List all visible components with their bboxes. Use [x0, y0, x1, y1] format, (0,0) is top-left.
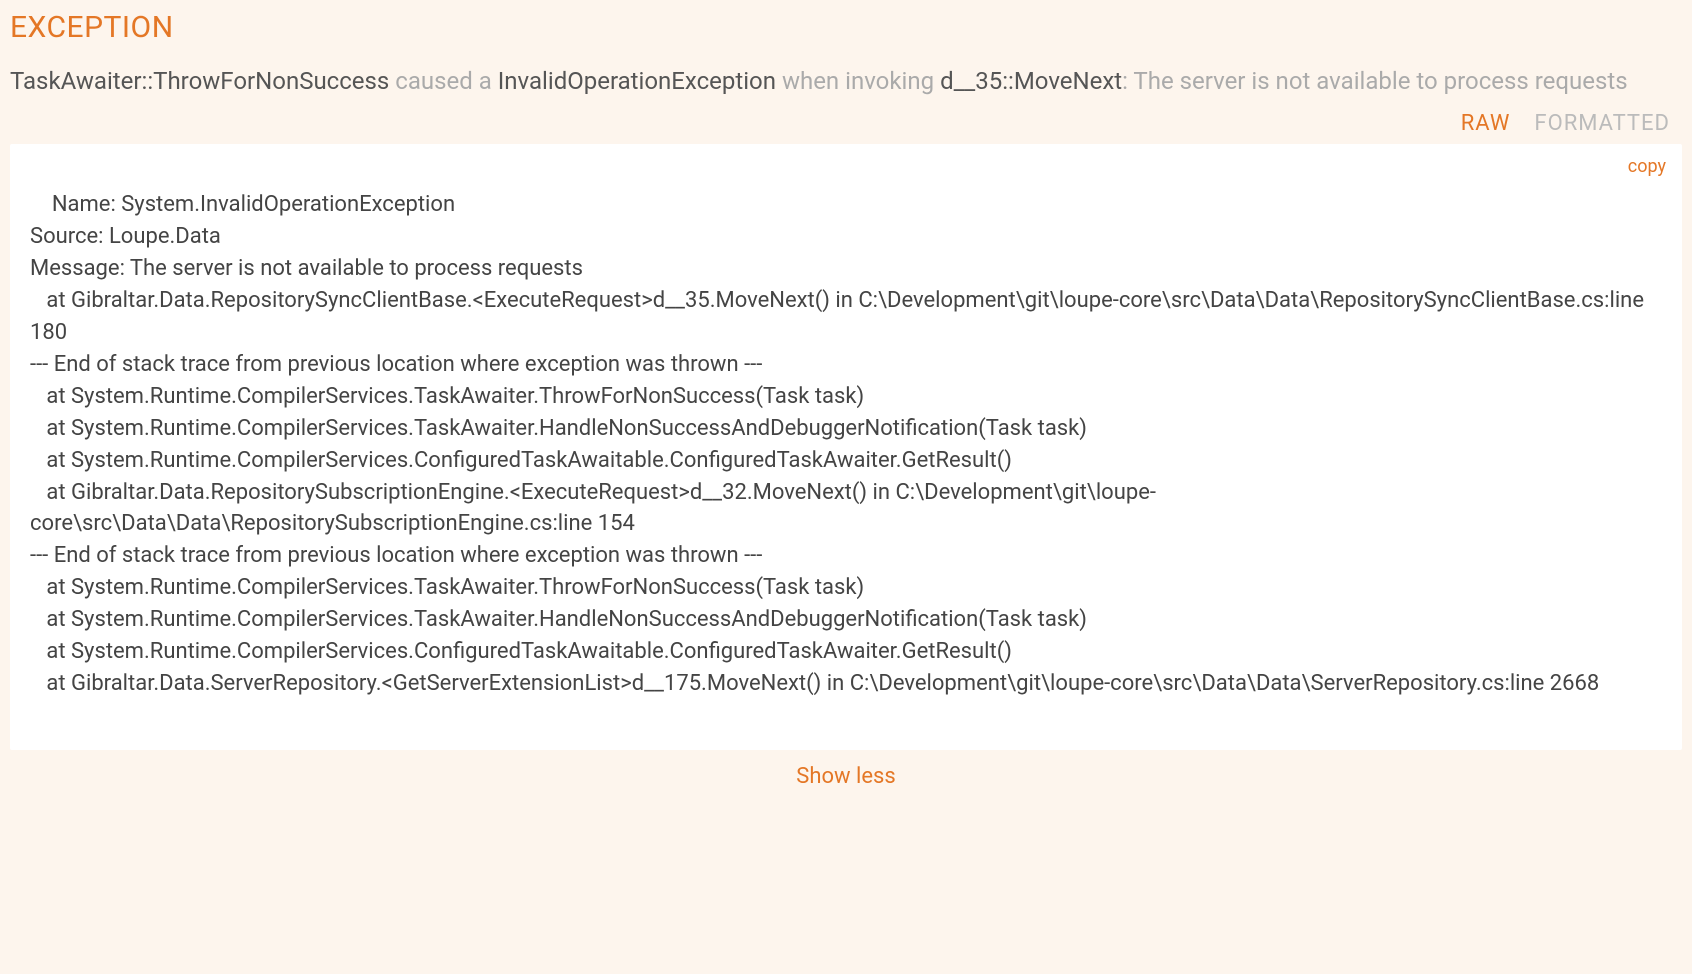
summary-caused-text: caused a [389, 67, 497, 95]
summary-message: The server is not available to process r… [1133, 67, 1627, 95]
raw-stacktrace-text: Name: System.InvalidOperationException S… [30, 192, 1649, 695]
raw-stacktrace-box: copy Name: System.InvalidOperationExcepti… [10, 144, 1682, 750]
summary-exception-type: InvalidOperationException [498, 67, 776, 95]
section-title: EXCEPTION [10, 10, 1682, 45]
summary-colon: : [1122, 67, 1133, 95]
exception-panel: EXCEPTION TaskAwaiter::ThrowForNonSucces… [10, 10, 1682, 795]
show-less-button[interactable]: Show less [10, 750, 1682, 795]
summary-when-text: when invoking [776, 67, 940, 95]
view-tabs: RAW FORMATTED [10, 111, 1682, 136]
tab-raw[interactable]: RAW [1461, 111, 1511, 136]
summary-thrower: TaskAwaiter::ThrowForNonSuccess [10, 67, 389, 95]
tab-formatted[interactable]: FORMATTED [1534, 111, 1670, 136]
summary-invoked: d__35::MoveNext [940, 67, 1122, 95]
exception-summary: TaskAwaiter::ThrowForNonSuccess caused a… [10, 65, 1682, 99]
copy-button[interactable]: copy [1628, 154, 1666, 180]
